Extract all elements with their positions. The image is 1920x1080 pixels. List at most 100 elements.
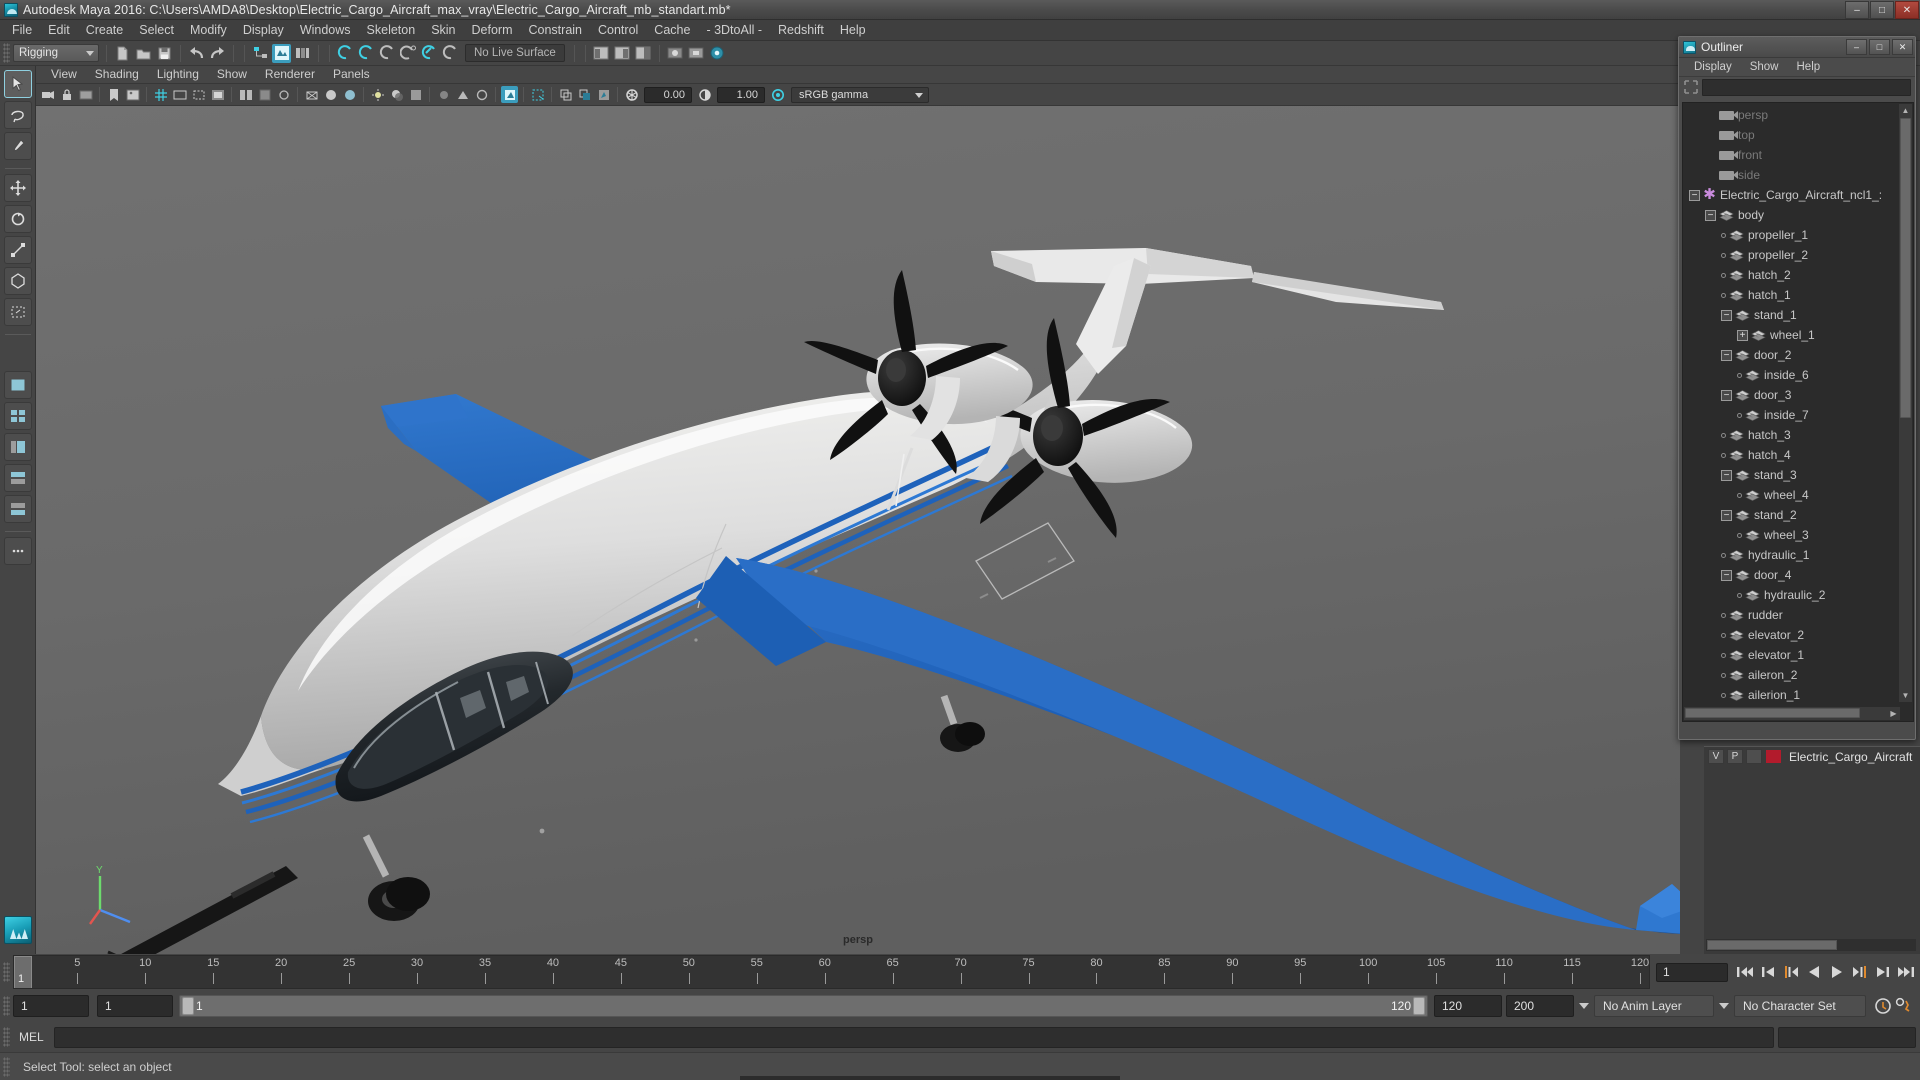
- layer-row[interactable]: V P Electric_Cargo_Aircraft: [1704, 747, 1920, 766]
- live-surface-field[interactable]: No Live Surface: [465, 44, 565, 62]
- outliner-item-hatch-4[interactable]: hatch_4: [1683, 445, 1896, 465]
- collapse-toggle-icon[interactable]: −: [1721, 349, 1732, 361]
- grid-toggle-icon[interactable]: [152, 86, 169, 103]
- search-filter-icon[interactable]: [1683, 79, 1699, 95]
- outliner-item-wheel-4[interactable]: wheel_4: [1683, 485, 1896, 505]
- two-pane-icon[interactable]: [237, 86, 254, 103]
- select-camera-icon[interactable]: [39, 86, 56, 103]
- lock-camera-icon[interactable]: [58, 86, 75, 103]
- outliner-item-persp[interactable]: persp: [1683, 105, 1896, 125]
- outliner-item-door-3[interactable]: − door_3: [1683, 385, 1896, 405]
- viewport-menu-renderer[interactable]: Renderer: [256, 66, 324, 83]
- menu-item-display[interactable]: Display: [235, 21, 292, 39]
- command-input[interactable]: [53, 1026, 1774, 1048]
- screen-space-ao-icon[interactable]: [407, 86, 424, 103]
- outliner-item-propeller-1[interactable]: propeller_1: [1683, 225, 1896, 245]
- motion-blur-icon[interactable]: [435, 86, 452, 103]
- menu-item-constrain[interactable]: Constrain: [521, 21, 591, 39]
- range-slider-bar[interactable]: 1 120: [179, 995, 1428, 1017]
- menu-set-selector[interactable]: Rigging: [13, 44, 99, 62]
- outliner-item-inside-7[interactable]: inside_7: [1683, 405, 1896, 425]
- wireframe-icon[interactable]: [303, 86, 320, 103]
- menu-item-help[interactable]: Help: [832, 21, 874, 39]
- multisample-aa-icon[interactable]: [454, 86, 471, 103]
- playback-end-field[interactable]: 120: [1434, 995, 1502, 1017]
- lasso-select-tool[interactable]: [3, 101, 32, 129]
- four-view-layout-icon[interactable]: [3, 402, 32, 430]
- smooth-shade-textures-icon[interactable]: [341, 86, 358, 103]
- collapse-toggle-icon[interactable]: −: [1721, 309, 1732, 321]
- menu-item-redshift[interactable]: Redshift: [770, 21, 832, 39]
- outliner-item-elevator-1[interactable]: elevator_1: [1683, 645, 1896, 665]
- snap-to-curve-icon[interactable]: [357, 44, 376, 63]
- outliner-minimize-button[interactable]: –: [1846, 39, 1867, 55]
- move-tool[interactable]: [3, 174, 32, 202]
- outliner-item-elevator-2[interactable]: elevator_2: [1683, 625, 1896, 645]
- close-button[interactable]: ✕: [1895, 1, 1919, 19]
- resolution-gate-icon[interactable]: [190, 86, 207, 103]
- outliner-scroll-down-arrow[interactable]: ▼: [1899, 689, 1912, 702]
- step-forward-frame-icon[interactable]: [1849, 961, 1870, 983]
- current-frame-field[interactable]: 1: [1656, 962, 1728, 982]
- color-management-icon[interactable]: [769, 86, 786, 103]
- auto-keyframe-icon[interactable]: [1872, 995, 1893, 1017]
- menu-item-modify[interactable]: Modify: [182, 21, 235, 39]
- menu-item-windows[interactable]: Windows: [292, 21, 359, 39]
- outliner-tree[interactable]: persp top front side − ✱ Electric_Cargo_Aircra…: [1682, 102, 1914, 722]
- outliner-item-inside-6[interactable]: inside_6: [1683, 365, 1896, 385]
- layer-editor-scroll-thumb[interactable]: [1707, 940, 1837, 950]
- open-scene-icon[interactable]: [134, 44, 153, 63]
- persp-layout-icon[interactable]: [3, 371, 32, 399]
- outliner-item-side[interactable]: side: [1683, 165, 1896, 185]
- outliner-item-door-2[interactable]: − door_2: [1683, 345, 1896, 365]
- outliner-persp-layout-icon[interactable]: [3, 433, 32, 461]
- menu-item-control[interactable]: Control: [590, 21, 646, 39]
- film-gate-icon[interactable]: [171, 86, 188, 103]
- outliner-item-electric-cargo-aircraft-ncl1[interactable]: − ✱ Electric_Cargo_Aircraft_ncl1_:: [1683, 185, 1896, 205]
- use-all-lights-icon[interactable]: [369, 86, 386, 103]
- range-start-handle[interactable]: [182, 997, 194, 1015]
- scale-tool[interactable]: [3, 236, 32, 264]
- outliner-search-input[interactable]: [1702, 78, 1911, 96]
- animation-preferences-icon[interactable]: [1893, 995, 1914, 1017]
- menu-item-create[interactable]: Create: [78, 21, 132, 39]
- bookmarks-icon[interactable]: [105, 86, 122, 103]
- outliner-item-hatch-3[interactable]: hatch_3: [1683, 425, 1896, 445]
- character-set-selector[interactable]: No Character Set: [1734, 995, 1866, 1017]
- outliner-item-body[interactable]: − body: [1683, 205, 1896, 225]
- command-language-label[interactable]: MEL: [13, 1030, 54, 1044]
- show-tool-settings-icon[interactable]: [613, 44, 632, 63]
- go-to-end-icon[interactable]: [1895, 961, 1916, 983]
- outliner-vertical-scrollbar[interactable]: ▲ ▼: [1899, 104, 1912, 702]
- play-backwards-icon[interactable]: [1803, 961, 1824, 983]
- outliner-item-hydraulic-2[interactable]: hydraulic_2: [1683, 585, 1896, 605]
- show-attribute-editor-icon[interactable]: [592, 44, 611, 63]
- range-slider-grip[interactable]: [3, 996, 10, 1016]
- outliner-item-top[interactable]: top: [1683, 125, 1896, 145]
- smooth-shade-icon[interactable]: [322, 86, 339, 103]
- viewport-menu-panels[interactable]: Panels: [324, 66, 379, 83]
- image-plane-icon[interactable]: [124, 86, 141, 103]
- color-management-selector[interactable]: sRGB gamma: [791, 86, 929, 103]
- time-slider-cursor[interactable]: 1: [14, 956, 32, 988]
- collapse-toggle-icon[interactable]: −: [1705, 209, 1716, 221]
- viewport-panel-icon-1[interactable]: [557, 86, 574, 103]
- outliner-horizontal-scrollbar[interactable]: ▶: [1684, 707, 1900, 720]
- outliner-item-ailerion-1[interactable]: ailerion_1: [1683, 685, 1896, 705]
- snap-to-view-plane-icon[interactable]: [420, 44, 439, 63]
- outliner-menu-display[interactable]: Display: [1685, 60, 1741, 74]
- menu-item-cache[interactable]: Cache: [646, 21, 698, 39]
- layer-color-swatch[interactable]: [1765, 749, 1782, 764]
- outliner-item-aileron-2[interactable]: aileron_2: [1683, 665, 1896, 685]
- gamma-field[interactable]: 1.00: [717, 86, 765, 103]
- outliner-item-hatch-1[interactable]: hatch_1: [1683, 285, 1896, 305]
- universal-manipulator-tool[interactable]: [3, 267, 32, 295]
- outliner-horizontal-scroll-thumb[interactable]: [1685, 708, 1860, 718]
- layer-editor-horizontal-scrollbar[interactable]: [1706, 939, 1916, 951]
- select-by-hierarchy-icon[interactable]: [251, 44, 270, 63]
- layer-visibility-toggle[interactable]: V: [1708, 749, 1724, 764]
- xray-joints-icon[interactable]: [275, 86, 292, 103]
- menu-item-select[interactable]: Select: [131, 21, 182, 39]
- hypershade-persp-layout-icon[interactable]: [3, 495, 32, 523]
- outliner-item-rudder[interactable]: rudder: [1683, 605, 1896, 625]
